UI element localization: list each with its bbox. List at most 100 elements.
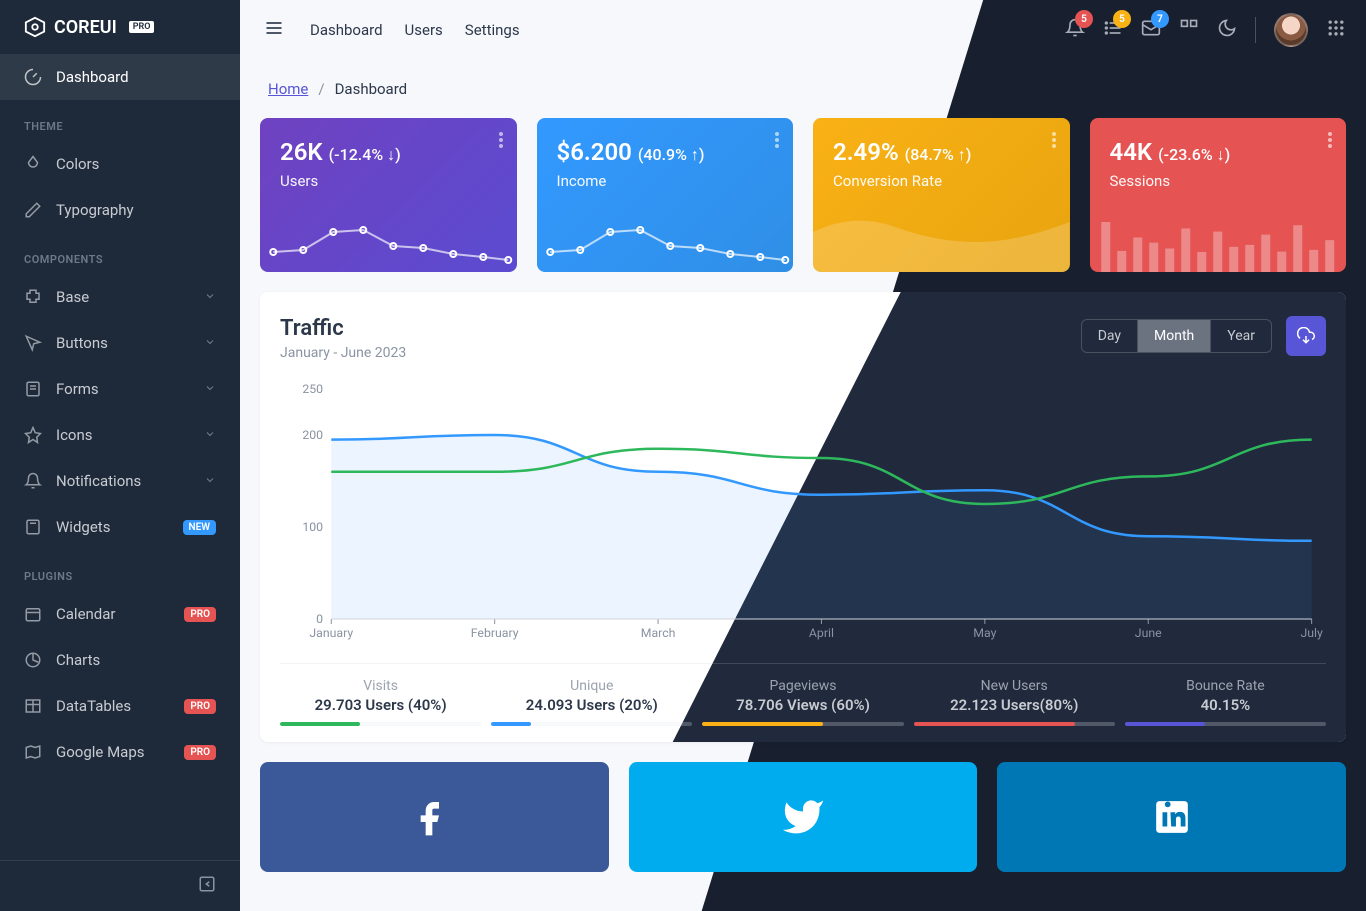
sidebar-section-components: COMPONENTS [0, 233, 240, 274]
star-icon [24, 426, 42, 444]
map-icon [24, 743, 42, 761]
twitter-icon [781, 795, 825, 839]
stat-label: New Users [914, 678, 1115, 694]
pencil-icon [24, 201, 42, 219]
notifications-icon[interactable]: 5 [1065, 18, 1085, 42]
sidebar-item-charts[interactable]: Charts [0, 637, 240, 683]
chevron-down-icon [204, 426, 216, 444]
widget-menu-icon[interactable] [1052, 132, 1056, 152]
svg-text:200: 200 [302, 428, 323, 442]
grid-icon[interactable] [1326, 18, 1346, 42]
linkedin-icon [1153, 798, 1191, 836]
widget-menu-icon[interactable] [775, 132, 779, 152]
sidebar-item-calendar[interactable]: Calendar PRO [0, 591, 240, 637]
nav-label: Calendar [56, 605, 116, 623]
stat-unique: Unique24.093 Users (20%) [491, 678, 692, 726]
puzzle-icon [24, 288, 42, 306]
widget-menu-icon[interactable] [499, 132, 503, 152]
breadcrumb-home[interactable]: Home [268, 80, 308, 98]
traffic-stats-row: Visits 29.703 Users (40%) Unique24.093 Use… [280, 663, 1326, 726]
header-nav-settings[interactable]: Settings [465, 21, 520, 39]
download-button[interactable] [1286, 316, 1326, 356]
apps-icon[interactable] [1179, 18, 1199, 42]
mail-icon[interactable]: 7 [1141, 18, 1161, 42]
social-linkedin[interactable] [997, 762, 1346, 872]
breadcrumb-current: Dashboard [335, 80, 408, 98]
stat-bar [280, 722, 481, 726]
stat-pageviews: Pageviews78.706 Views (60%) [702, 678, 903, 726]
chevron-down-icon [204, 334, 216, 352]
brand-logo[interactable]: COREUI PRO [0, 0, 240, 54]
social-facebook[interactable] [260, 762, 609, 872]
nav-label: Forms [56, 380, 99, 398]
sidebar-section-theme: THEME [0, 100, 240, 141]
logo-icon [24, 16, 46, 38]
badge-pro: PRO [184, 607, 216, 622]
sidebar-item-dashboard[interactable]: Dashboard [0, 54, 240, 100]
sidebar-item-datatables[interactable]: DataTables PRO [0, 683, 240, 729]
collapse-icon[interactable] [198, 875, 216, 897]
nav-label: Buttons [56, 334, 108, 352]
stat-label: Visits [280, 678, 481, 694]
avatar[interactable] [1274, 13, 1308, 47]
stat-value: 24.093 Users (20%) [491, 696, 692, 714]
widget-menu-icon[interactable] [1328, 132, 1332, 152]
notification-badge: 5 [1075, 10, 1093, 28]
sidebar-item-buttons[interactable]: Buttons [0, 320, 240, 366]
dark-mode-icon[interactable] [1217, 18, 1237, 42]
stat-new-users: New Users 22.123 Users(80%) [914, 678, 1115, 726]
sidebar-item-widgets[interactable]: Widgets NEW [0, 504, 240, 550]
widget-conversion-rate: 2.49%(84.7% ↑)Conversion Rate [813, 118, 1070, 272]
stat-bar [702, 722, 903, 726]
widget-pct: (-23.6% ↓) [1158, 145, 1230, 164]
nav-label: Icons [56, 426, 93, 444]
stat-bar [491, 722, 692, 726]
brand-pro-badge: PRO [129, 21, 155, 33]
main-area: Dashboard Users Settings 5 5 7 Home / Da… [240, 0, 1366, 911]
chart-icon [24, 651, 42, 669]
traffic-subtitle: January - June 2023 [280, 345, 406, 361]
svg-text:100: 100 [302, 520, 323, 534]
sidebar-item-icons[interactable]: Icons [0, 412, 240, 458]
sidebar-item-google-maps[interactable]: Google MapsPRO [0, 729, 240, 775]
sidebar-item-notifications[interactable]: Notifications [0, 458, 240, 504]
nav-label: Widgets [56, 518, 110, 536]
stat-value: 29.703 Users (40%) [280, 696, 481, 714]
header-nav-users[interactable]: Users [405, 21, 443, 39]
header-nav-dashboard[interactable]: Dashboard [310, 21, 383, 39]
badge-new: NEW [183, 520, 217, 535]
calendar-icon [24, 605, 42, 623]
nav-label: Charts [56, 651, 100, 669]
range-year[interactable]: Year [1211, 320, 1271, 352]
range-button-group: Day Month Year [1081, 319, 1272, 353]
cursor-icon [24, 334, 42, 352]
badge-pro: PRO [184, 699, 216, 714]
stat-label: Pageviews [702, 678, 903, 694]
menu-toggle-icon[interactable] [260, 14, 288, 46]
social-row [260, 762, 1346, 872]
sidebar-item-forms[interactable]: Forms [0, 366, 240, 412]
sidebar-item-typography[interactable]: Typography [0, 187, 240, 233]
svg-text:0: 0 [316, 612, 323, 626]
widget-row: 26K(-12.4% ↓)Users$6.200(40.9% ↑)Income2… [260, 118, 1346, 272]
sidebar-item-colors[interactable]: Colors [0, 141, 240, 187]
widget-label: Sessions [1110, 172, 1327, 190]
sidebar-item-base[interactable]: Base [0, 274, 240, 320]
nav-label: Colors [56, 155, 99, 173]
widget-users: 26K(-12.4% ↓)Users [260, 118, 517, 272]
tasks-icon[interactable]: 5 [1103, 18, 1123, 42]
svg-text:January: January [309, 626, 353, 640]
sidebar-footer [0, 860, 240, 911]
social-twitter[interactable] [629, 762, 978, 872]
table-icon [24, 697, 42, 715]
range-day[interactable]: Day [1082, 320, 1138, 352]
widget-income: $6.200(40.9% ↑)Income [537, 118, 794, 272]
sidebar: COREUI PRO Dashboard THEME Colors Typogra… [0, 0, 240, 911]
nav-label: Typography [56, 201, 134, 219]
nav-label: DataTables [56, 697, 131, 715]
widget-label: Conversion Rate [833, 172, 1050, 190]
widget-pct: (84.7% ↑) [905, 145, 972, 164]
range-month[interactable]: Month [1138, 320, 1211, 352]
stat-value: 22.123 Users(80%) [914, 696, 1115, 714]
widget-sessions: 44K(-23.6% ↓)Sessions [1090, 118, 1347, 272]
